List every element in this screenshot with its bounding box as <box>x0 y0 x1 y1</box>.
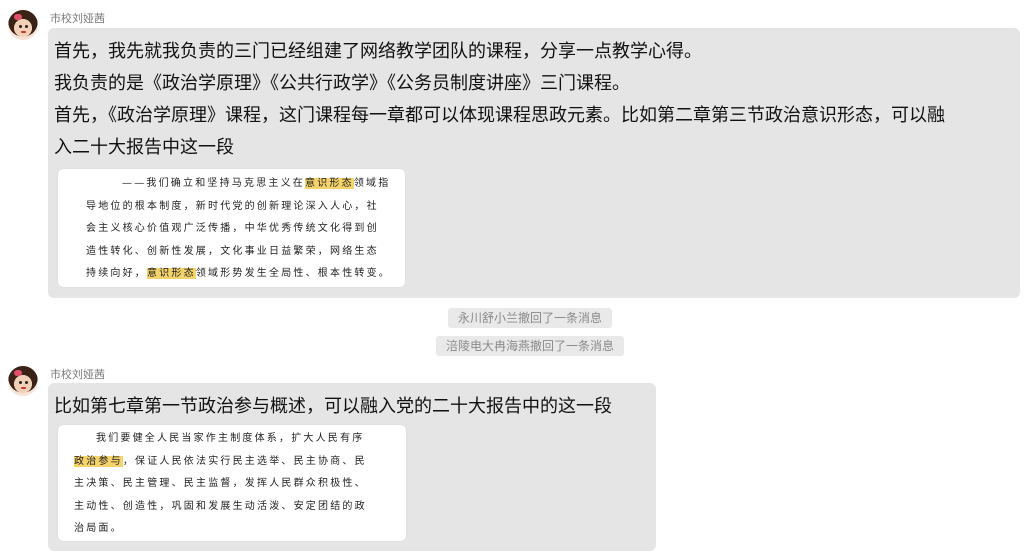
recall-notice: 永川舒小兰撤回了一条消息 <box>448 308 613 328</box>
quote-line: 主决策、民主管理、民主监督，发挥人民群众积极性、 <box>74 478 367 489</box>
bow-icon <box>14 370 22 376</box>
message-text: 我负责的是《政治学原理》《公共行政学》《公务员制度讲座》三门课程。 <box>54 73 630 94</box>
avatar[interactable] <box>8 366 38 396</box>
message-text: 比如第七章第一节政治参与概述，可以融入党的二十大报告中的这一段 <box>54 396 612 417</box>
eye-icon <box>25 381 28 384</box>
eye-icon <box>19 381 22 384</box>
message-text: 首先，《政治学原理》课程，这门课程每一章都可以体现课程思政元素。比如第二章第三节… <box>54 105 945 126</box>
quote-line: 持续向好，意识形态领域形势发生全局性、根本性转变。 <box>86 268 392 279</box>
sender-name: 市校刘娅茜 <box>50 12 105 25</box>
quote-line: 政治参与，保证人民依法实行民主选举、民主协商、民 <box>74 455 367 467</box>
sender-name: 市校刘娅茜 <box>50 368 105 381</box>
message-text: 首先，我先就我负责的三门已经组建了网络教学团队的课程，分享一点教学心得。 <box>54 41 702 62</box>
message-text: 入二十大报告中这一段 <box>54 137 234 158</box>
avatar[interactable] <box>8 10 38 40</box>
quote-line: 会主义核心价值观广泛传播，中华优秀传统文化得到创 <box>86 223 379 234</box>
message-bubble[interactable]: 比如第七章第一节政治参与概述，可以融入党的二十大报告中的这一段 我们要健全人民当… <box>48 383 656 551</box>
highlight: 政治参与 <box>74 455 123 467</box>
highlight: 意识形态 <box>305 178 354 189</box>
quoted-image-text[interactable]: 我们要健全人民当家作主制度体系，扩大人民有序 政治参与，保证人民依法实行民主选举… <box>58 425 406 541</box>
recall-notice: 涪陵电大冉海燕撤回了一条消息 <box>436 336 625 356</box>
eye-icon <box>25 25 28 28</box>
quote-line: 主动性、创造性，巩固和发展生动活泼、安定团结的政 <box>74 500 367 512</box>
quoted-image-text[interactable]: ——我们确立和坚持马克思主义在意识形态领域指 导地位的根本制度，新时代党的创新理… <box>58 169 405 287</box>
quote-line: 治局面。 <box>74 523 123 534</box>
message-bubble[interactable]: 首先，我先就我负责的三门已经组建了网络教学团队的课程，分享一点教学心得。 我负责… <box>48 28 1020 298</box>
quote-line: ——我们确立和坚持马克思主义在意识形态领域指 <box>122 178 391 189</box>
eye-icon <box>19 25 22 28</box>
quote-line: 我们要健全人民当家作主制度体系，扩大人民有序 <box>96 433 365 444</box>
quote-line: 造性转化、创新性发展，文化事业日益繁荣，网络生态 <box>86 245 379 257</box>
mouth-icon <box>21 31 26 33</box>
bow-icon <box>14 14 22 20</box>
mouth-icon <box>21 387 26 389</box>
quote-line: 导地位的根本制度，新时代党的创新理论深入人心，社 <box>86 200 379 212</box>
highlight: 意识形态 <box>147 268 196 279</box>
